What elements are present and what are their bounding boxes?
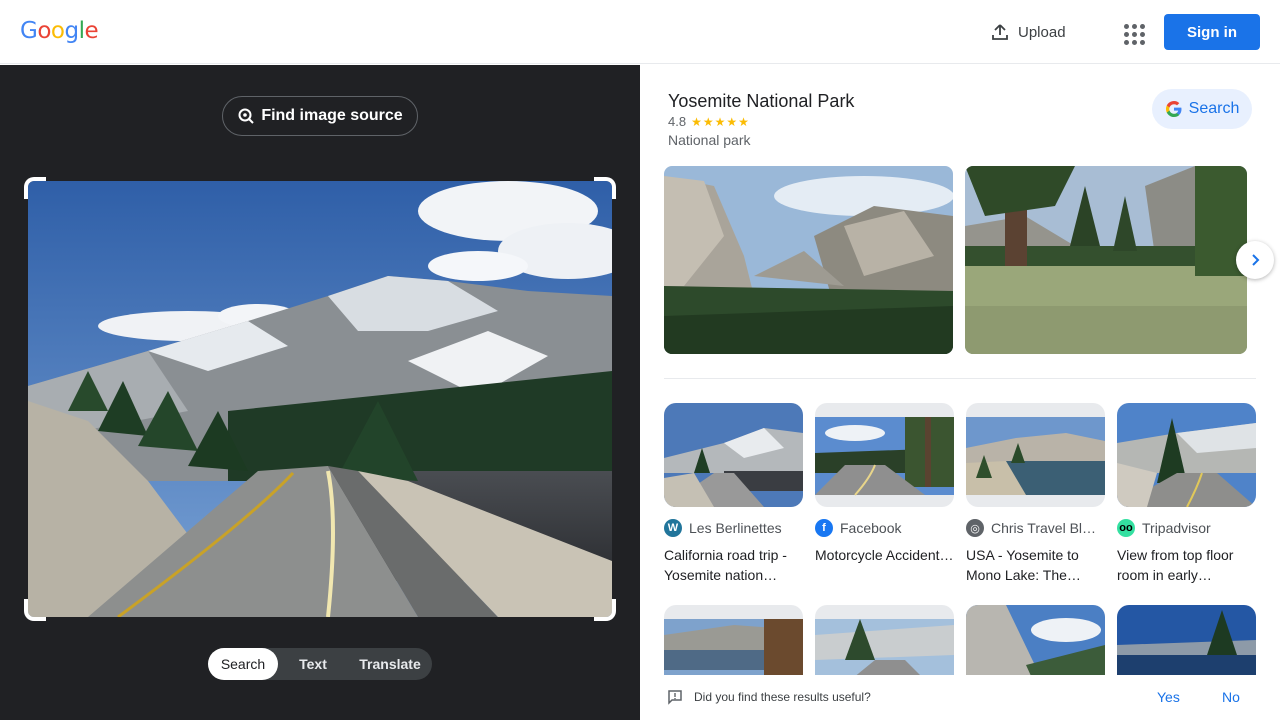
result-source-name: Les Berlinettes [689,520,782,536]
result-source: W Les Berlinettes [664,519,803,537]
crop-handle-top-right[interactable] [594,177,616,199]
globe-icon: ◎ [966,519,984,537]
crop-handle-bottom-right[interactable] [594,599,616,621]
lens-mode-switcher: Search Text Translate [208,648,432,680]
feedback-no-button[interactable]: No [1222,689,1240,705]
entity-image-2[interactable] [965,166,1247,354]
result-source-name: Tripadvisor [1142,520,1211,536]
sign-in-button[interactable]: Sign in [1164,14,1260,50]
upload-button[interactable]: Upload [990,18,1066,46]
lens-image-panel: Find image source Search Text Translate [0,65,640,720]
query-image [28,181,612,617]
star-rating-icon: ★★★★★ [691,114,750,129]
result-title[interactable]: USA - Yosemite to Mono Lake: The… [966,545,1105,585]
google-g-icon [1165,101,1182,117]
result-title[interactable]: Motorcycle Accident… [815,545,954,585]
google-logo[interactable]: Google [20,18,99,44]
result-source: f Facebook [815,519,954,537]
rating-value: 4.8 [668,114,687,129]
result-thumbnail [966,403,1105,507]
result-card[interactable]: oo Tripadvisor View from top floor room … [1117,403,1256,585]
facebook-icon: f [815,519,833,537]
result-source-name: Chris Travel Bl… [991,520,1097,536]
result-thumbnail [1117,403,1256,507]
apps-grid-icon[interactable] [1118,18,1146,46]
wordpress-icon: W [664,519,682,537]
crop-handle-top-left[interactable] [24,177,46,199]
crop-selection-box[interactable] [24,177,616,621]
result-source-name: Facebook [840,520,902,536]
google-search-button[interactable]: Search [1152,89,1252,129]
google-search-label: Search [1188,100,1240,117]
result-card[interactable]: ◎ Chris Travel Bl… USA - Yosemite to Mon… [966,403,1105,585]
find-image-source-label: Find image source [261,107,403,124]
tab-translate[interactable]: Translate [348,648,432,680]
lens-search-icon [238,108,255,124]
result-source: oo Tripadvisor [1117,519,1256,537]
result-title[interactable]: California road trip - Yosemite nation… [664,545,803,585]
upload-icon [992,24,1008,40]
entity-title[interactable]: Yosemite National Park [668,91,854,112]
entity-image-1[interactable] [664,166,953,354]
next-images-button[interactable] [1236,241,1274,279]
tab-search[interactable]: Search [208,648,278,680]
result-card[interactable]: f Facebook Motorcycle Accident… [815,403,954,585]
tab-text[interactable]: Text [278,648,348,680]
feedback-icon [668,690,682,705]
top-bar: Google Upload Sign in [0,0,1280,64]
entity-rating: 4.8 ★★★★★ [668,114,750,129]
crop-handle-bottom-left[interactable] [24,599,46,621]
result-card[interactable]: W Les Berlinettes California road trip -… [664,403,803,585]
feedback-question: Did you find these results useful? [694,690,871,704]
tripadvisor-icon: oo [1117,519,1135,537]
feedback-yes-button[interactable]: Yes [1157,689,1180,705]
section-divider [664,378,1256,379]
result-thumbnail [815,403,954,507]
result-source: ◎ Chris Travel Bl… [966,519,1105,537]
chevron-right-icon [1252,254,1260,266]
upload-label: Upload [1018,23,1066,41]
result-thumbnail [664,403,803,507]
result-title[interactable]: View from top floor room in early… [1117,545,1256,585]
find-image-source-button[interactable]: Find image source [222,96,418,136]
results-panel: Yosemite National Park 4.8 ★★★★★ Nationa… [640,65,1280,720]
entity-category: National park [668,132,751,148]
feedback-bar: Did you find these results useful? Yes N… [640,675,1280,720]
